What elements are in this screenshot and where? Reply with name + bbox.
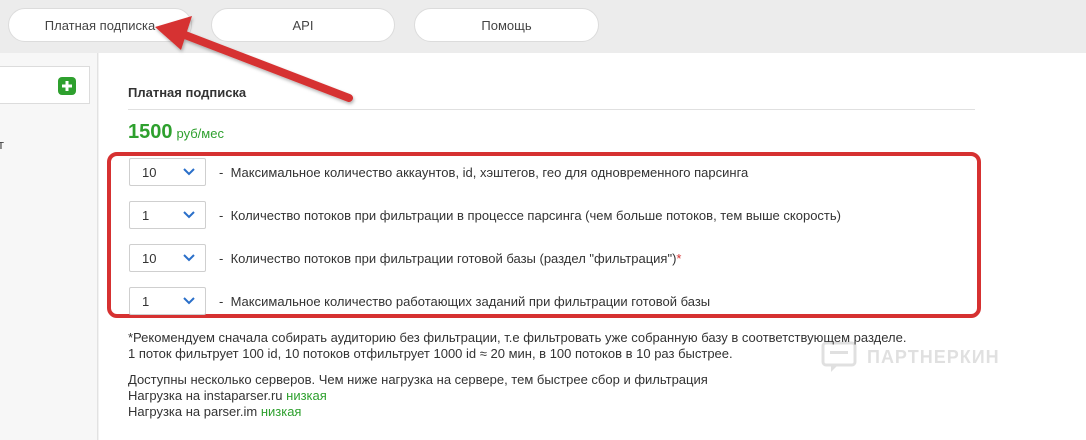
option-row-parse-threads: 1 - Количество потоков при фильтрации в … xyxy=(129,201,841,229)
watermark-text: ПАРТНЕРКИН xyxy=(867,346,1000,367)
load-parser-im: Нагрузка на parser.im низкая xyxy=(128,404,302,419)
tab-label: Платная подписка xyxy=(44,17,156,33)
tab-api[interactable]: API xyxy=(211,8,395,42)
select-value: 1 xyxy=(142,293,150,309)
tab-label: API xyxy=(292,17,314,33)
price-unit: руб/мес xyxy=(176,126,224,141)
filter-threads-select[interactable]: 10 xyxy=(129,244,206,272)
parse-threads-select[interactable]: 1 xyxy=(129,201,206,229)
option-row-tasks: 1 - Максимальное количество работающих з… xyxy=(129,287,710,315)
section-title: Платная подписка xyxy=(128,85,247,100)
option-label: - Максимальное количество работающих зад… xyxy=(219,293,711,309)
chevron-down-icon xyxy=(183,254,195,262)
tab-label: Помощь xyxy=(481,17,532,33)
load-instaparser: Нагрузка на instaparser.ru низкая xyxy=(128,388,327,403)
option-label: - Количество потоков при фильтрации в пр… xyxy=(219,207,841,223)
sidebar-partial-text: т xyxy=(0,137,4,152)
load-status: низкая xyxy=(260,404,302,419)
load-status: низкая xyxy=(286,388,327,403)
main-content: Платная подписка 1500 руб/мес 10 - Макси… xyxy=(99,53,1086,440)
servers-note: Доступны несколько серверов. Чем ниже на… xyxy=(128,372,708,387)
select-value: 10 xyxy=(142,164,157,180)
tab-help[interactable]: Помощь xyxy=(414,8,599,42)
accounts-select[interactable]: 10 xyxy=(129,158,206,186)
sidebar: т xyxy=(0,53,98,440)
option-row-accounts: 10 - Максимальное количество аккаунтов, … xyxy=(129,158,748,186)
watermark-logo-icon xyxy=(821,341,857,372)
watermark: ПАРТНЕРКИН xyxy=(821,341,1000,373)
chevron-down-icon xyxy=(183,297,195,305)
option-label: - Количество потоков при фильтрации гото… xyxy=(219,250,682,266)
recommend-note-2: 1 поток фильтрует 100 id, 10 потоков отф… xyxy=(128,346,733,361)
divider xyxy=(128,109,975,110)
plus-square-icon[interactable] xyxy=(58,77,76,95)
select-value: 1 xyxy=(142,207,150,223)
chevron-down-icon xyxy=(183,211,195,219)
sidebar-input-box[interactable] xyxy=(0,66,90,104)
tasks-select[interactable]: 1 xyxy=(129,287,206,315)
chevron-down-icon xyxy=(183,168,195,176)
required-asterisk: * xyxy=(676,250,682,266)
option-row-filter-threads: 10 - Количество потоков при фильтрации г… xyxy=(129,244,681,272)
top-nav: Платная подписка API Помощь xyxy=(0,0,1086,53)
tab-paid-subscription[interactable]: Платная подписка xyxy=(8,8,192,42)
select-value: 10 xyxy=(142,250,157,266)
option-label: - Максимальное количество аккаунтов, id,… xyxy=(219,164,749,180)
price: 1500 руб/мес xyxy=(128,121,224,144)
recommend-note-1: *Рекомендуем сначала собирать аудиторию … xyxy=(128,330,907,345)
price-amount: 1500 xyxy=(128,121,173,143)
